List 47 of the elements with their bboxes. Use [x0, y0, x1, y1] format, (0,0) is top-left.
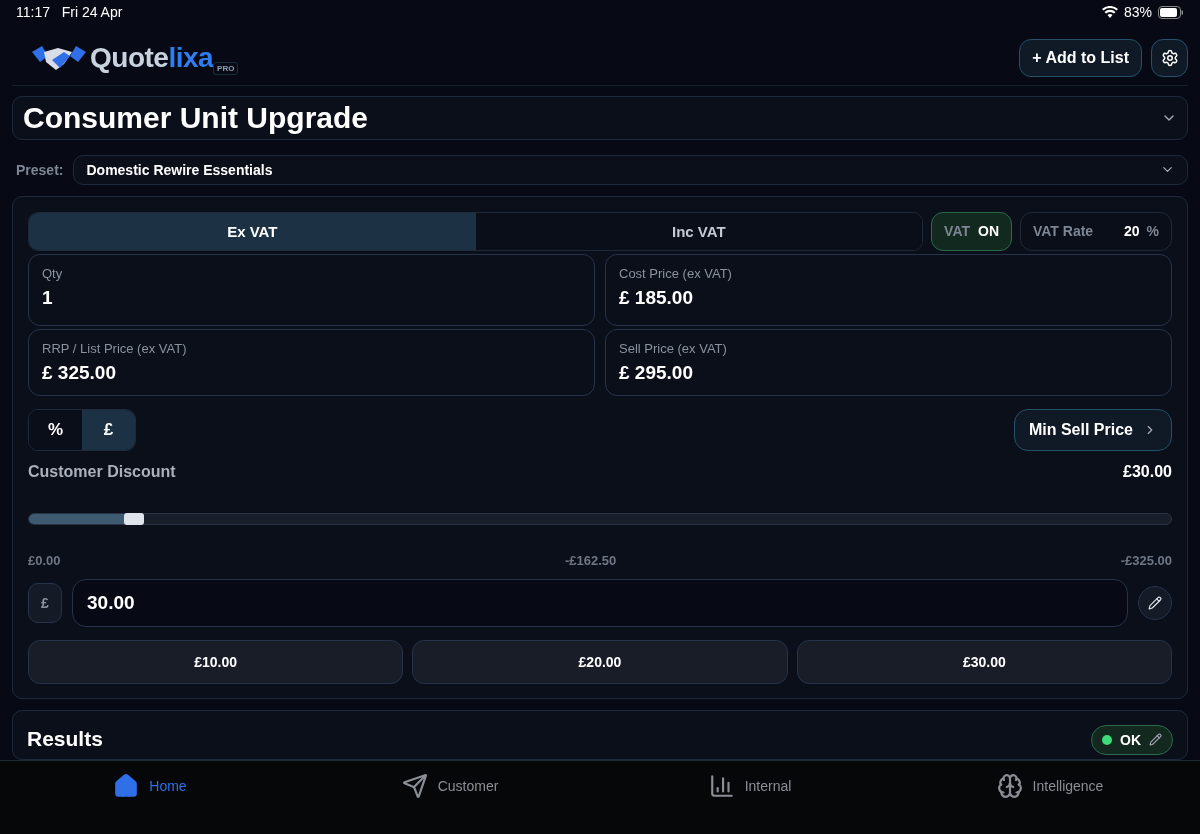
brain-icon	[996, 773, 1023, 799]
logo-wordmark: Quotelixa	[90, 41, 214, 74]
vat-mode-tab[interactable]: Ex VAT	[29, 212, 476, 250]
settings-icon	[1160, 48, 1179, 67]
pencil-icon	[1149, 733, 1162, 747]
nav-tab[interactable]: Customer	[300, 761, 600, 834]
quick-amount-button[interactable]: £10.00	[28, 639, 404, 684]
pro-badge: PRO	[213, 62, 239, 76]
job-title: Consumer Unit Upgrade	[23, 100, 369, 135]
bar-chart-icon	[708, 773, 735, 799]
price-field[interactable]: RRP / List Price (ex VAT) £ 325.00	[28, 328, 595, 396]
home-icon	[113, 773, 140, 799]
price-field[interactable]: Cost Price (ex VAT) £ 185.00	[605, 253, 1172, 326]
slider-tick-label: £0.00	[28, 552, 61, 568]
edit-button[interactable]	[1138, 585, 1172, 620]
add-to-list-button[interactable]: + Add to List	[1019, 38, 1142, 77]
vat-rate-field[interactable]: VAT Rate 20 %	[1020, 211, 1172, 251]
price-field[interactable]: Qty 1	[28, 253, 595, 326]
status-dot	[1102, 734, 1112, 745]
discount-mode-tab[interactable]: £	[82, 409, 135, 450]
paper-plane-icon	[401, 773, 428, 799]
discount-amount: £30.00	[1123, 462, 1172, 481]
discount-label: Customer Discount	[28, 462, 176, 481]
settings-button[interactable]	[1151, 38, 1188, 77]
slider-tick-label: -£325.00	[1120, 552, 1172, 568]
results-title: Results	[27, 726, 103, 751]
price-field[interactable]: Sell Price (ex VAT) £ 295.00	[605, 328, 1172, 396]
battery-icon	[1158, 5, 1184, 19]
min-sell-price-button[interactable]: Min Sell Price	[1013, 408, 1172, 451]
quick-amount-button[interactable]: £30.00	[796, 639, 1172, 684]
quick-amount-button[interactable]: £20.00	[412, 639, 788, 684]
battery-percent: 83%	[1123, 4, 1152, 21]
pencil-icon	[1148, 595, 1162, 610]
wifi-icon	[1101, 6, 1118, 19]
discount-slider[interactable]	[28, 512, 1172, 525]
status-time: 11:17 Fri 24 Apr	[16, 4, 123, 21]
preset-dropdown[interactable]: Domestic Rewire Essentials	[73, 154, 1188, 185]
preset-label: Preset:	[16, 161, 64, 178]
discount-input[interactable]: 30.00	[72, 578, 1128, 627]
vat-toggle[interactable]: VAT ON	[931, 211, 1012, 251]
nav-tab[interactable]: Home	[0, 761, 300, 834]
slider-thumb[interactable]	[124, 512, 145, 525]
slider-tick-label: -£162.50	[564, 552, 617, 568]
nav-tab[interactable]: Intelligence	[900, 761, 1200, 834]
status-badge[interactable]: OK	[1091, 724, 1173, 755]
currency-prefix: £	[28, 582, 62, 623]
nav-tab[interactable]: Internal	[600, 761, 900, 834]
